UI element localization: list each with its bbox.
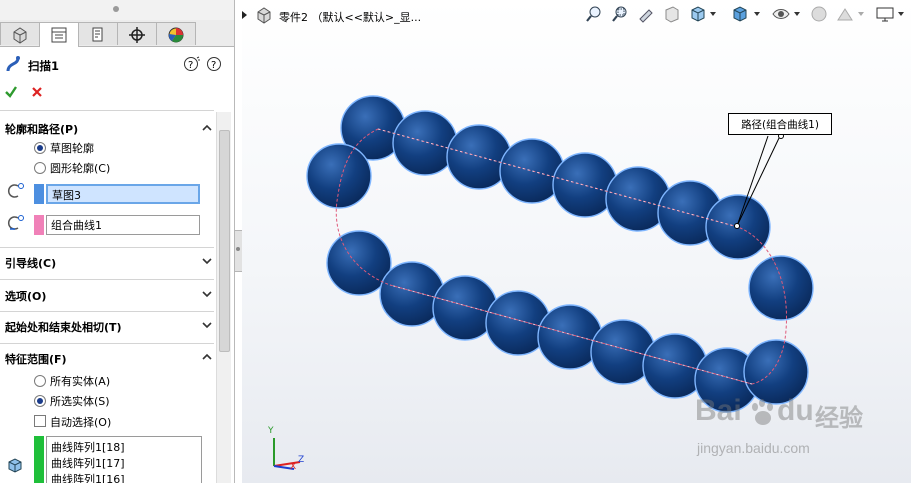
radio-sketch-profile-label: 草图轮廓 bbox=[50, 142, 94, 155]
triad-z-label: Z bbox=[298, 455, 305, 465]
watermark-url: jingyan.baidu.com bbox=[697, 440, 810, 456]
radio-all-bodies[interactable] bbox=[34, 375, 46, 387]
baidu-watermark: Bai du 经验 jingyan.baidu.com bbox=[693, 392, 903, 462]
radio-all-bodies-label: 所有实体(A) bbox=[50, 375, 111, 388]
feature-title: 扫描1 bbox=[28, 59, 60, 73]
check-icon[interactable] bbox=[4, 85, 18, 99]
section-title-feature-scope[interactable]: 特征范围(F) bbox=[5, 351, 67, 367]
property-manager-panel: 扫描1 ? ? 轮廓和路径(P) 草图轮廓 圆形轮廓(C) 草图3 组合曲线1 … bbox=[0, 0, 235, 483]
panel-scrollbar-thumb[interactable] bbox=[219, 130, 230, 352]
watermark-product: 经验 bbox=[815, 404, 863, 432]
list-item[interactable]: 曲线阵列1[17] bbox=[51, 455, 125, 471]
sphere bbox=[748, 255, 814, 321]
detailed-help-icon[interactable]: ? bbox=[206, 56, 222, 72]
section-title-options[interactable]: 选项(O) bbox=[5, 288, 46, 304]
help-question-icon[interactable]: ? bbox=[183, 56, 201, 72]
chevron-down-icon[interactable] bbox=[202, 289, 212, 299]
tab-display-manager[interactable] bbox=[156, 22, 196, 45]
radio-selected-bodies-label: 所选实体(S) bbox=[50, 395, 110, 408]
tab-configuration-manager[interactable] bbox=[78, 22, 118, 45]
chevron-down-icon[interactable] bbox=[202, 256, 212, 266]
property-manager-icon bbox=[51, 27, 67, 43]
radio-selected-bodies[interactable] bbox=[34, 395, 46, 407]
manager-tabs bbox=[0, 20, 234, 47]
list-item[interactable]: 曲线阵列1[18] bbox=[51, 439, 125, 455]
watermark-du: du bbox=[777, 394, 814, 427]
chevron-down-icon[interactable] bbox=[202, 320, 212, 330]
close-icon[interactable] bbox=[31, 86, 43, 98]
svg-text:?: ? bbox=[211, 60, 216, 71]
path-color-swatch bbox=[34, 215, 44, 235]
watermark-brand: Bai bbox=[695, 394, 742, 427]
path-selection-box[interactable]: 组合曲线1 bbox=[46, 215, 200, 235]
path-callout[interactable]: 路径(组合曲线1) bbox=[728, 113, 832, 135]
paw-icon bbox=[752, 399, 773, 425]
grip-dot bbox=[113, 6, 119, 12]
path-icon bbox=[8, 215, 24, 230]
list-item[interactable]: 曲线阵列1[16] bbox=[51, 471, 125, 483]
auto-select-checkbox[interactable] bbox=[34, 415, 46, 427]
configuration-manager-icon bbox=[92, 27, 103, 42]
triad-x-label: X bbox=[290, 462, 297, 472]
radio-circular-profile-label: 圆形轮廓(C) bbox=[50, 162, 111, 175]
radio-sketch-profile[interactable] bbox=[34, 142, 46, 154]
profile-icon bbox=[8, 183, 24, 198]
auto-select-label: 自动选择(O) bbox=[50, 416, 112, 429]
display-manager-icon bbox=[168, 27, 184, 43]
solid-body-icon bbox=[8, 458, 22, 473]
feature-manager-icon bbox=[13, 27, 27, 44]
tab-feature-manager[interactable] bbox=[0, 22, 40, 45]
panel-grip-bar[interactable] bbox=[0, 0, 234, 21]
section-title-guides[interactable]: 引导线(C) bbox=[5, 255, 56, 271]
chevron-up-icon[interactable] bbox=[202, 123, 212, 133]
tab-property-manager[interactable] bbox=[39, 22, 79, 47]
sweep-feature-icon bbox=[6, 56, 20, 72]
section-title-tangency[interactable]: 起始处和结束处相切(T) bbox=[5, 319, 122, 335]
bodies-color-swatch bbox=[34, 436, 44, 483]
bodies-list[interactable]: 曲线阵列1[18] 曲线阵列1[17] 曲线阵列1[16] bbox=[46, 436, 202, 483]
sphere bbox=[306, 143, 372, 209]
profile-color-swatch bbox=[34, 184, 44, 204]
chevron-up-icon[interactable] bbox=[202, 352, 212, 362]
section-title-profile-path[interactable]: 轮廓和路径(P) bbox=[5, 121, 78, 137]
sphere-array[interactable] bbox=[306, 95, 814, 413]
svg-text:?: ? bbox=[188, 60, 193, 71]
profile-selection-box[interactable]: 草图3 bbox=[46, 184, 200, 204]
dimxpert-icon bbox=[129, 27, 145, 43]
radio-circular-profile[interactable] bbox=[34, 162, 46, 174]
tab-dimxpert[interactable] bbox=[117, 22, 157, 45]
triad-y-label: Y bbox=[268, 426, 274, 436]
